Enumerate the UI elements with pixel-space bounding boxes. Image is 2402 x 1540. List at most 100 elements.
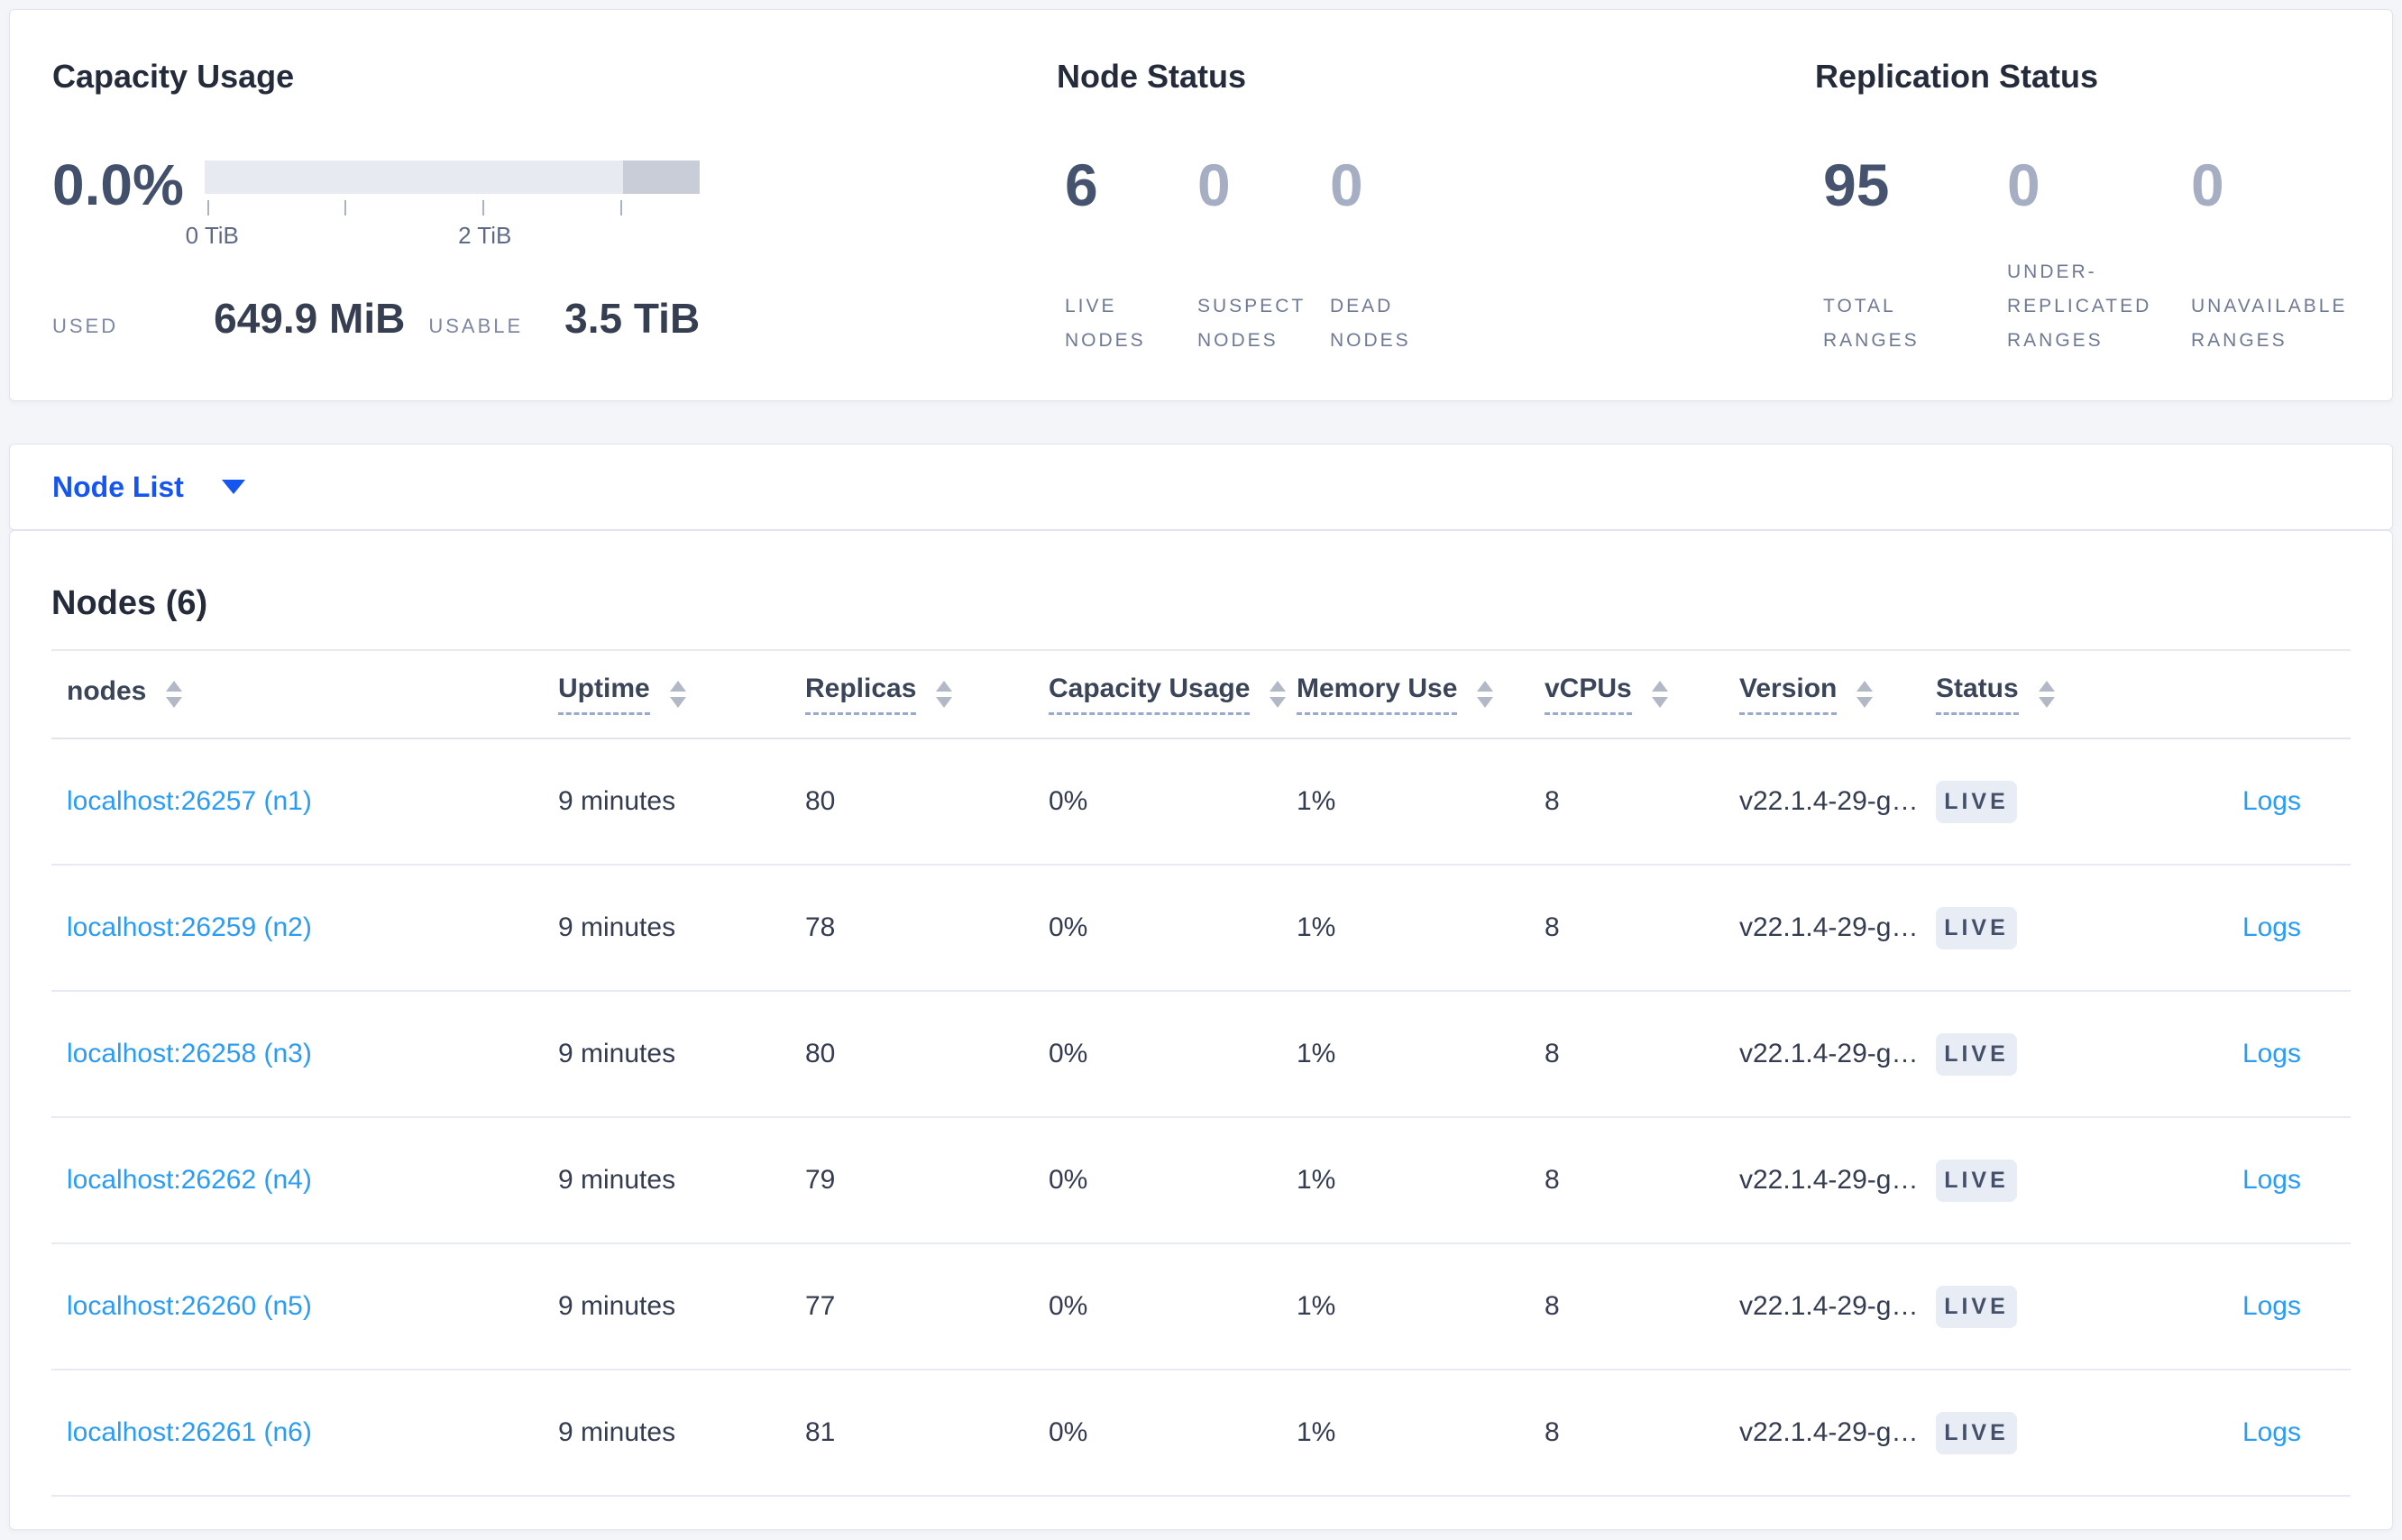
capacity-used-percent: 0.0%: [52, 152, 184, 217]
replication-status-title: Replication Status: [1815, 58, 2099, 95]
status-badge: LIVE: [1936, 1285, 2017, 1328]
node-link[interactable]: localhost:26258 (n3): [67, 1039, 312, 1068]
node-cell: localhost:26259 (n2): [51, 912, 558, 943]
node-link[interactable]: localhost:26260 (n5): [67, 1291, 312, 1321]
memory-cell: 1%: [1297, 786, 1336, 816]
view-selector-dropdown[interactable]: Node List: [52, 471, 245, 504]
node-link[interactable]: localhost:26261 (n6): [67, 1417, 312, 1447]
logs-link[interactable]: Logs: [2242, 1417, 2301, 1447]
sort-icon: [1857, 681, 1874, 708]
version-cell: v22.1.4-29-g…: [1739, 1165, 1919, 1195]
logs-link[interactable]: Logs: [2242, 1039, 2301, 1068]
replication-status-section: Replication Status 95 TOTAL RANGES 0 UND…: [1805, 57, 2392, 400]
unavailable-ranges-label: UNAVAILABLE RANGES: [2191, 296, 2348, 351]
capacity-cell: 0%: [1049, 1165, 1088, 1195]
column-header-memory-use[interactable]: Memory Use: [1297, 674, 1545, 715]
unavailable-ranges-stat: 0 UNAVAILABLE RANGES: [2191, 152, 2375, 358]
axis-tick: [206, 200, 209, 215]
view-selector-label: Node List: [52, 470, 184, 503]
logs-cell: Logs: [2165, 1291, 2351, 1322]
version-cell: v22.1.4-29-g…: [1739, 786, 1919, 816]
replicas-cell: 81: [805, 1417, 836, 1447]
vcpus-cell: 8: [1545, 912, 1560, 942]
node-link[interactable]: localhost:26259 (n2): [67, 912, 312, 942]
uptime-cell: 9 minutes: [558, 1291, 676, 1321]
capacity-bar-track: [205, 160, 700, 194]
capacity-usage-section: Capacity Usage 0.0% 0 TiB 2 TiB USED 649…: [10, 57, 1048, 400]
usable-value: 3.5 TiB: [564, 295, 701, 342]
logs-link[interactable]: Logs: [2242, 1165, 2301, 1195]
uptime-cell: 9 minutes: [558, 1039, 676, 1068]
uptime-cell: 9 minutes: [558, 1165, 676, 1195]
capacity-usage-title: Capacity Usage: [52, 58, 295, 95]
logs-cell: Logs: [2165, 1417, 2351, 1448]
sort-icon: [936, 681, 953, 708]
node-status-title: Node Status: [1057, 58, 1247, 95]
logs-cell: Logs: [2165, 786, 2351, 817]
memory-cell: 1%: [1297, 1417, 1336, 1447]
column-header-replicas[interactable]: Replicas: [805, 674, 1049, 715]
replicas-cell: 78: [805, 912, 836, 942]
status-badge: LIVE: [1936, 1411, 2017, 1454]
node-cell: localhost:26261 (n6): [51, 1417, 558, 1448]
status-cell: LIVE: [1936, 906, 2165, 949]
node-cell: localhost:26260 (n5): [51, 1291, 558, 1322]
used-label: USED: [52, 315, 119, 337]
under-replicated-ranges-stat: 0 UNDER- REPLICATED RANGES: [2007, 152, 2191, 358]
replicas-cell: 80: [805, 1039, 836, 1068]
table-header-row: nodes Uptime Replicas Capacity Usage Mem…: [51, 651, 2351, 739]
total-ranges-value: 95: [1823, 151, 1890, 218]
node-cell: localhost:26258 (n3): [51, 1039, 558, 1069]
nodes-table-title: Nodes (6): [51, 584, 208, 622]
live-nodes-label: LIVE NODES: [1065, 296, 1146, 351]
dead-nodes-value: 0: [1330, 151, 1363, 218]
node-list-panel: Nodes (6) nodes Uptime Replicas Capacity…: [9, 530, 2393, 1530]
vcpus-cell: 8: [1545, 786, 1560, 816]
node-cell: localhost:26262 (n4): [51, 1165, 558, 1196]
node-link[interactable]: localhost:26257 (n1): [67, 786, 312, 816]
uptime-cell: 9 minutes: [558, 912, 676, 942]
memory-cell: 1%: [1297, 912, 1336, 942]
capacity-cell: 0%: [1049, 786, 1088, 816]
status-cell: LIVE: [1936, 1411, 2165, 1454]
sort-icon: [1477, 681, 1494, 708]
memory-cell: 1%: [1297, 1039, 1336, 1068]
logs-link[interactable]: Logs: [2242, 786, 2301, 816]
memory-cell: 1%: [1297, 1291, 1336, 1321]
node-link[interactable]: localhost:26262 (n4): [67, 1165, 312, 1195]
status-badge: LIVE: [1936, 780, 2017, 823]
replicas-cell: 80: [805, 786, 836, 816]
status-cell: LIVE: [1936, 1159, 2165, 1202]
column-header-version[interactable]: Version: [1739, 674, 1936, 715]
logs-link[interactable]: Logs: [2242, 912, 2301, 942]
sort-icon: [2038, 681, 2055, 708]
table-row: localhost:26257 (n1) 9 minutes 80 0% 1% …: [51, 739, 2351, 866]
capacity-cell: 0%: [1049, 1417, 1088, 1447]
used-value: 649.9 MiB: [214, 295, 406, 342]
capacity-cell: 0%: [1049, 1291, 1088, 1321]
dead-nodes-stat: 0 DEAD NODES: [1330, 152, 1462, 358]
vcpus-cell: 8: [1545, 1165, 1560, 1195]
view-selector-bar: Node List: [9, 444, 2393, 530]
live-nodes-stat: 6 LIVE NODES: [1065, 152, 1197, 358]
live-nodes-value: 6: [1065, 151, 1098, 218]
column-header-vcpus[interactable]: vCPUs: [1545, 674, 1739, 715]
memory-cell: 1%: [1297, 1165, 1336, 1195]
status-badge: LIVE: [1936, 906, 2017, 949]
node-status-section: Node Status 6 LIVE NODES 0 SUSPECT NODES…: [1048, 57, 1805, 400]
usable-label: USABLE: [428, 315, 524, 337]
axis-tick-label: 0 TiB: [185, 222, 239, 249]
column-header-status[interactable]: Status: [1936, 674, 2165, 715]
status-cell: LIVE: [1936, 1032, 2165, 1076]
version-cell: v22.1.4-29-g…: [1739, 1417, 1919, 1447]
column-header-capacity-usage[interactable]: Capacity Usage: [1049, 674, 1297, 715]
logs-link[interactable]: Logs: [2242, 1291, 2301, 1321]
column-header-uptime[interactable]: Uptime: [558, 674, 805, 715]
capacity-usage-bar: 0 TiB 2 TiB: [186, 160, 700, 249]
axis-tick: [344, 200, 347, 215]
column-header-nodes[interactable]: nodes: [51, 676, 558, 712]
suspect-nodes-label: SUSPECT NODES: [1197, 296, 1306, 351]
vcpus-cell: 8: [1545, 1291, 1560, 1321]
unavailable-ranges-value: 0: [2191, 151, 2224, 218]
sort-icon: [166, 681, 183, 708]
